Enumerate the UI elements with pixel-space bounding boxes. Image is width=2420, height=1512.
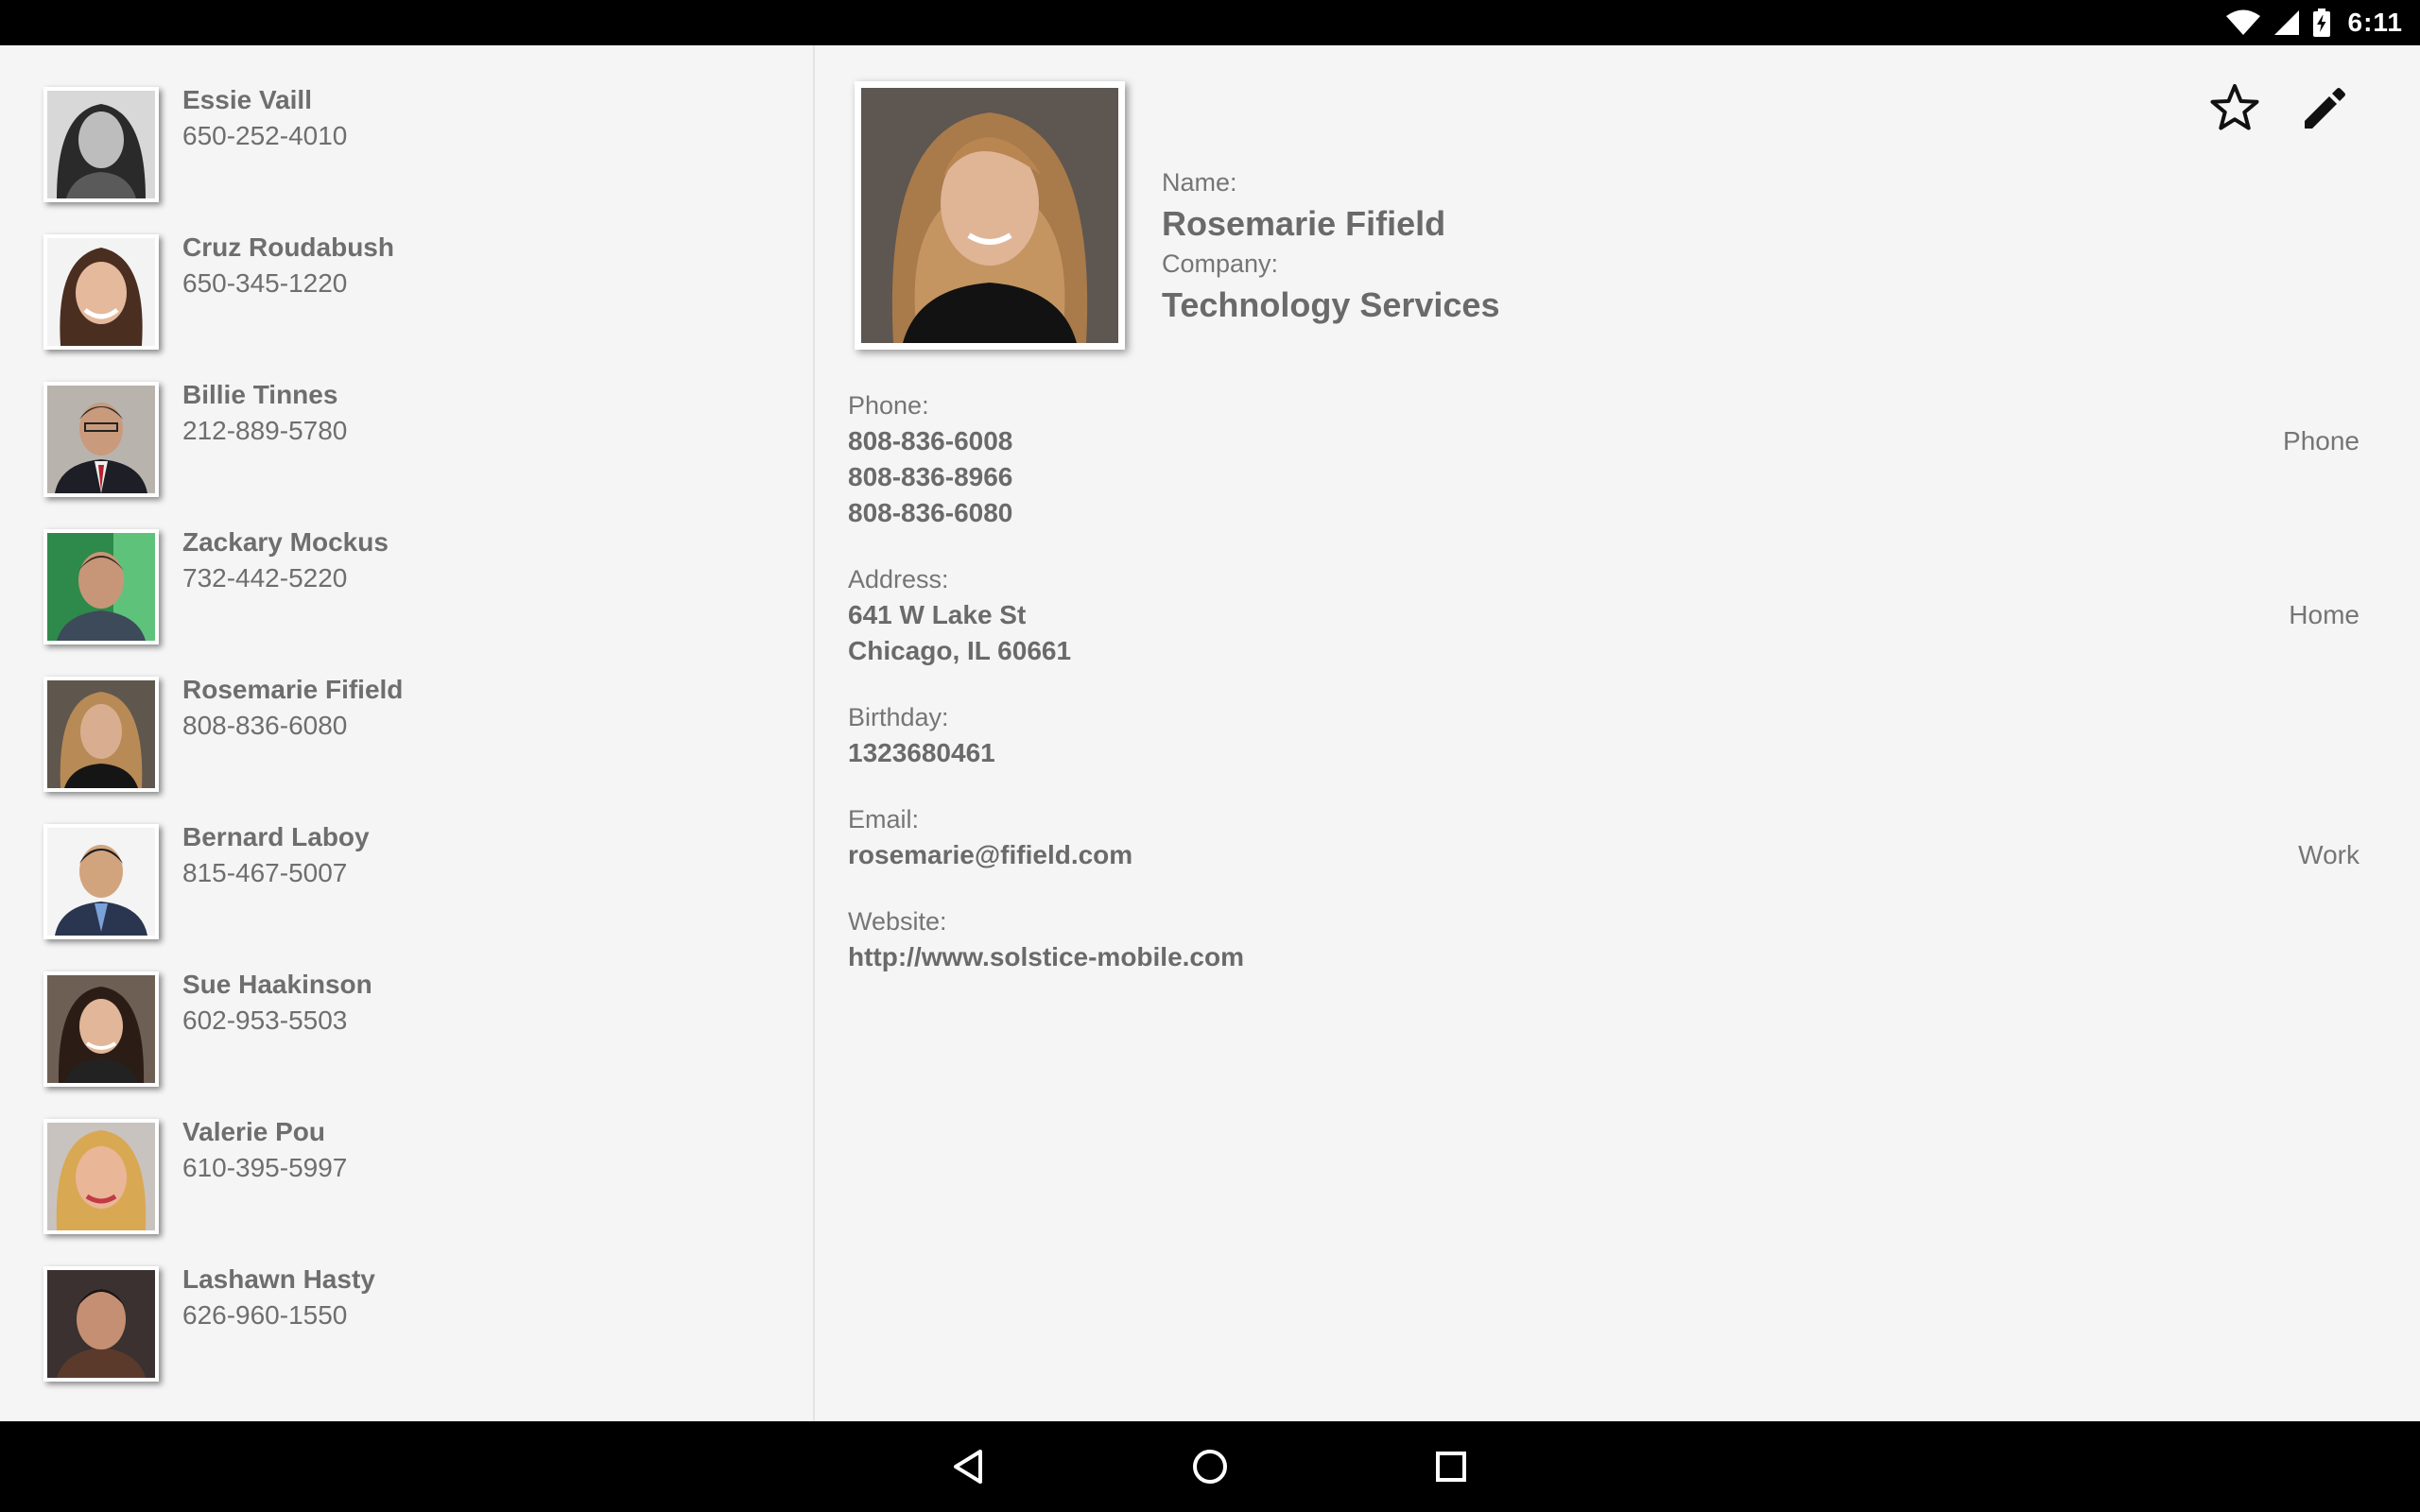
avatar [47,1270,155,1378]
contact-name: Valerie Pou [182,1117,325,1146]
phone-number[interactable]: 808-836-8966 [848,462,1012,492]
contact-phone: 650-252-4010 [182,121,348,150]
email-value[interactable]: rosemarie@fifield.com [848,840,1132,870]
contact-list-item[interactable]: Billie Tinnes 212-889-5780 [0,340,813,497]
status-icons: 6:11 [2225,6,2404,40]
contact-phone: 650-345-1220 [182,268,348,298]
contact-name: Essie Vaill [182,85,312,114]
contact-photo [43,529,159,644]
birthday-label: Birthday: [848,703,949,731]
favorite-star-button[interactable] [2204,79,2265,140]
website-label: Website: [848,907,947,936]
signal-icon [2273,9,2301,36]
contact-photo [43,1266,159,1382]
contact-name: Cruz Roudabush [182,232,394,262]
status-time: 6:11 [2347,8,2403,37]
avatar [47,238,155,346]
home-button[interactable] [1182,1440,1238,1497]
contact-detail-company: Technology Services [1162,285,1500,324]
contact-phone: 626-960-1550 [182,1300,348,1330]
edit-pencil-icon [2301,83,2350,137]
phone-number[interactable]: 808-836-6080 [848,498,1012,528]
address-line-1[interactable]: 641 W Lake St [848,600,1026,630]
name-label: Name: [1162,168,1237,197]
phone-number[interactable]: 808-836-6008 [848,426,1012,456]
app-content: Essie Vaill 650-252-4010 Cruz Roudabush … [0,45,2420,1421]
contact-list-item[interactable]: Bernard Laboy 815-467-5007 [0,782,813,939]
contact-photo [43,677,159,792]
contact-list[interactable]: Essie Vaill 650-252-4010 Cruz Roudabush … [0,45,815,1421]
recents-button[interactable] [1423,1440,1479,1497]
navigation-bar [0,1421,2420,1512]
contact-detail-pane: Name: Rosemarie Fifield Company: Technol… [817,45,2420,1421]
contact-photo [43,87,159,202]
battery-charging-icon [2312,9,2331,37]
avatar [47,680,155,788]
contact-phone: 610-395-5997 [182,1153,348,1182]
recents-icon [1432,1448,1470,1490]
contact-list-item[interactable]: Lashawn Hasty 626-960-1550 [0,1225,813,1382]
contact-photo [43,234,159,350]
contact-name: Sue Haakinson [182,970,372,999]
contact-list-item[interactable]: Zackary Mockus 732-442-5220 [0,488,813,644]
avatar [47,975,155,1083]
avatar [47,1123,155,1230]
avatar [47,91,155,198]
address-type-label: Home [2289,600,2360,629]
contact-list-item[interactable]: Essie Vaill 650-252-4010 [0,45,813,202]
wifi-icon [2225,9,2261,36]
contact-photo [43,382,159,497]
back-button[interactable] [941,1440,997,1497]
contact-phone: 602-953-5503 [182,1005,348,1035]
avatar [47,828,155,936]
contact-name: Billie Tinnes [182,380,338,409]
email-label: Email: [848,805,920,833]
status-bar: 6:11 [0,0,2420,45]
phone-type-label: Phone [2283,426,2360,455]
email-type-label: Work [2298,840,2360,869]
phone-label: Phone: [848,391,929,420]
avatar [861,88,1118,343]
contact-list-item[interactable]: Sue Haakinson 602-953-5503 [0,930,813,1087]
contact-name: Bernard Laboy [182,822,370,851]
address-label: Address: [848,565,949,593]
contact-phone: 212-889-5780 [182,416,348,445]
contact-detail-photo [855,81,1125,350]
birthday-value: 1323680461 [848,738,995,767]
contact-photo [43,1119,159,1234]
website-value[interactable]: http://www.solstice-mobile.com [848,942,1244,972]
contact-name: Rosemarie Fifield [182,675,404,704]
contact-list-item[interactable]: Cruz Roudabush 650-345-1220 [0,193,813,350]
back-icon [950,1448,988,1490]
contact-list-item[interactable]: Valerie Pou 610-395-5997 [0,1077,813,1234]
contact-list-item[interactable]: Rosemarie Fifield 808-836-6080 [0,635,813,792]
contact-photo [43,971,159,1087]
avatar [47,386,155,493]
edit-contact-button[interactable] [2295,79,2356,140]
home-icon [1191,1448,1229,1490]
contact-name: Lashawn Hasty [182,1264,375,1294]
company-label: Company: [1162,249,1279,278]
avatar [47,533,155,641]
contact-name: Zackary Mockus [182,527,389,557]
contact-phone: 808-836-6080 [182,711,348,740]
contact-detail-name: Rosemarie Fifield [1162,204,1446,243]
contact-photo [43,824,159,939]
contact-phone: 815-467-5007 [182,858,348,887]
address-line-2[interactable]: Chicago, IL 60661 [848,636,1071,666]
star-icon [2209,83,2260,137]
contact-phone: 732-442-5220 [182,563,348,593]
